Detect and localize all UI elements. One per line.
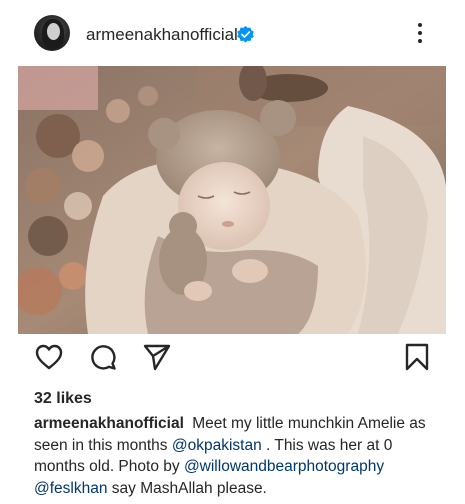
post-actions [0,342,465,378]
post-header: armeenakhanofficial [0,0,465,66]
avatar[interactable] [34,15,70,51]
blurred-patch [18,66,98,110]
avatar-face [47,23,60,40]
caption-text: say MashAllah please. [111,479,267,497]
post-username[interactable]: armeenakhanofficial [86,25,238,45]
post-photo[interactable] [18,66,446,334]
likes-count[interactable]: 32 likes [34,390,92,408]
more-options-icon[interactable] [412,20,428,46]
mention-link[interactable]: @okpakistan [172,437,262,454]
caption-username[interactable]: armeenakhanofficial [34,415,184,432]
post-caption: armeenakhanofficial Meet my little munch… [34,413,446,499]
bookmark-icon[interactable] [402,342,432,372]
comment-icon[interactable] [88,342,118,372]
heart-icon[interactable] [34,342,64,372]
mention-link[interactable]: @willowandbearphotography [184,458,384,475]
mention-link[interactable]: @feslkhan [34,480,107,497]
send-icon[interactable] [142,342,172,372]
verified-badge-icon [237,25,254,43]
